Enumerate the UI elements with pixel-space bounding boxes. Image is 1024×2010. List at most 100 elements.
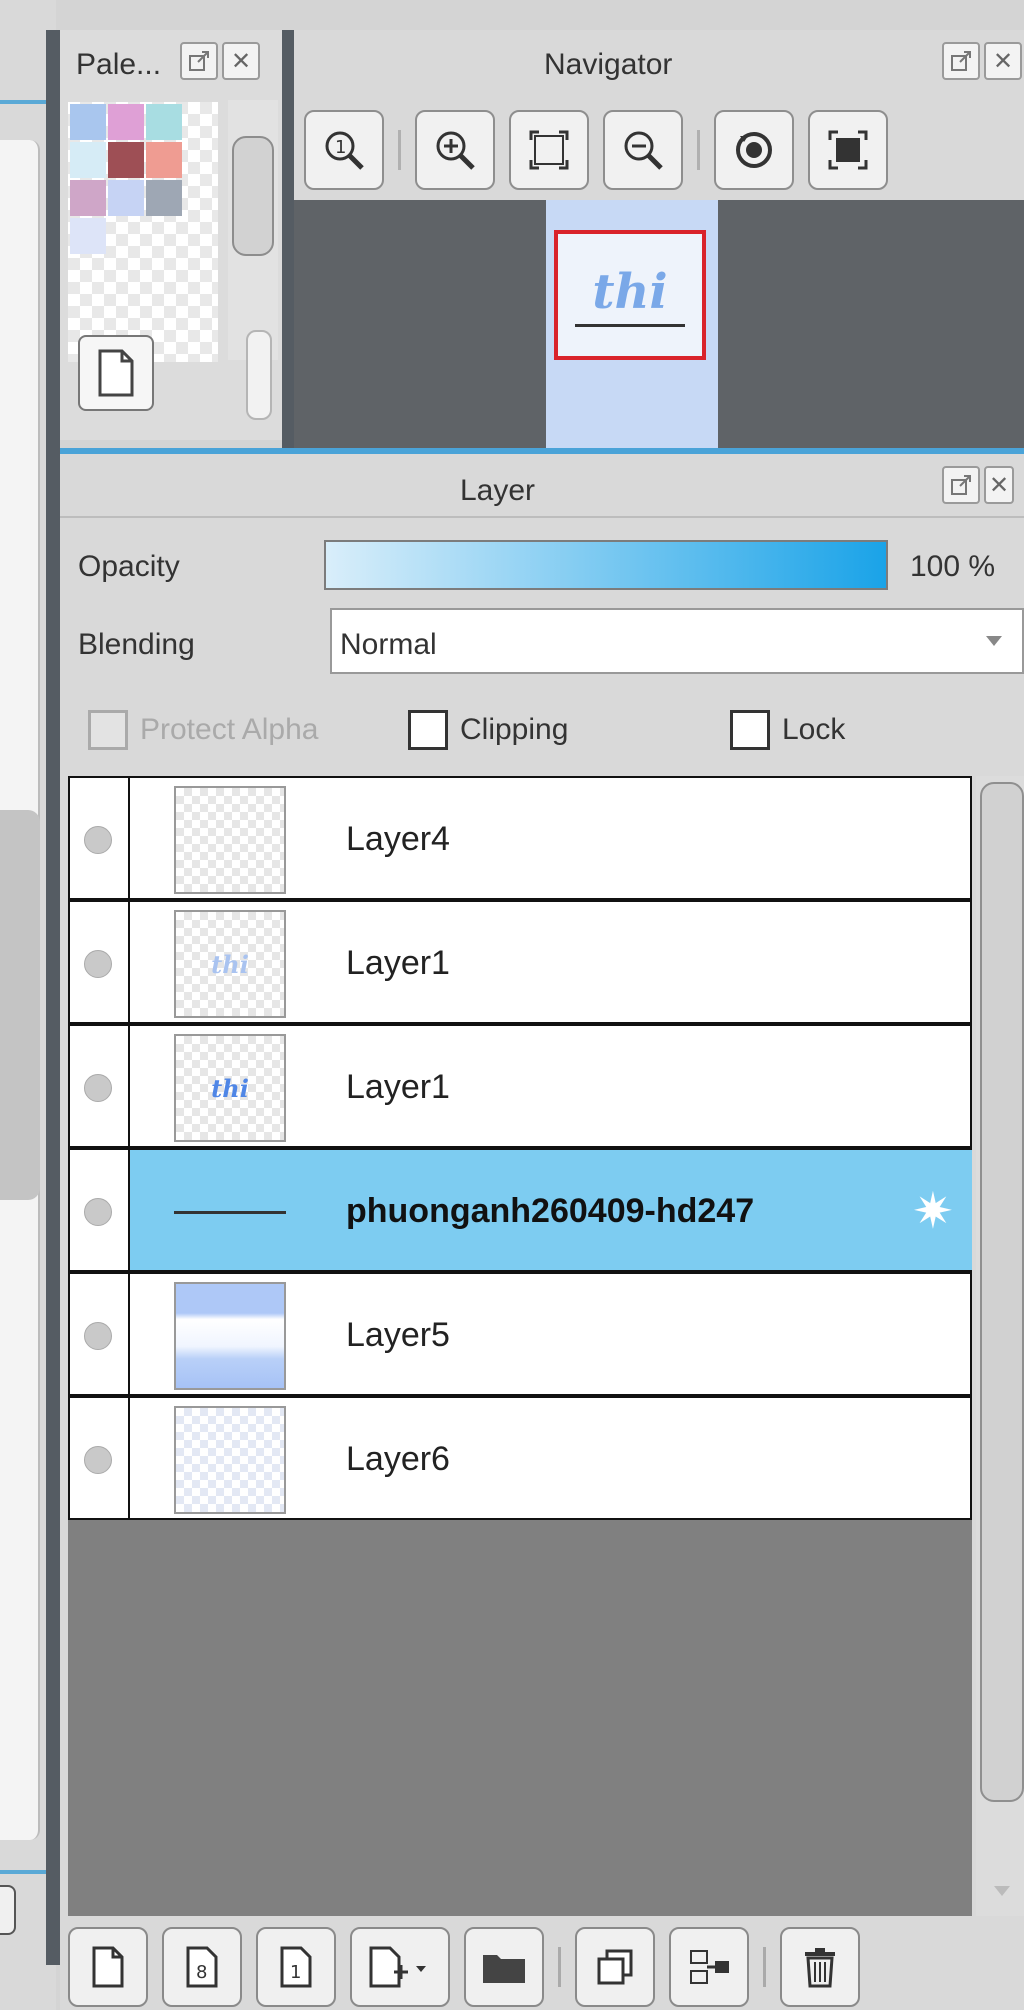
svg-text:8: 8 <box>196 1962 207 1983</box>
zoom-100-icon[interactable]: 1 <box>304 110 384 190</box>
layer-thumbnail <box>174 786 286 894</box>
left-panel-button[interactable] <box>0 1885 16 1935</box>
blending-select[interactable]: Normal <box>330 608 1024 674</box>
swatch[interactable] <box>108 142 144 178</box>
swatch[interactable] <box>70 218 106 254</box>
new-palette-icon[interactable] <box>78 335 154 411</box>
thumbnail-subline <box>575 323 685 327</box>
swatch[interactable] <box>146 180 182 216</box>
swatch[interactable] <box>108 104 144 140</box>
text-layer-line <box>174 1210 286 1214</box>
swatch[interactable] <box>108 180 144 216</box>
layer-thumbnail <box>174 1406 286 1514</box>
close-icon[interactable]: ✕ <box>984 42 1022 80</box>
palette-title: Pale... <box>76 48 162 81</box>
fullscreen-icon[interactable] <box>808 110 888 190</box>
toolbar-separator <box>398 130 401 170</box>
zoom-in-icon[interactable] <box>415 110 495 190</box>
clipping-checkbox[interactable]: Clipping <box>408 710 568 750</box>
layer-name: Layer1 <box>346 1068 450 1106</box>
close-icon[interactable]: ✕ <box>222 42 260 80</box>
layer-panel-header: Layer ✕ <box>60 454 1024 518</box>
chevron-down-icon <box>986 636 1002 646</box>
blending-value: Normal <box>340 628 437 661</box>
panel-splitter[interactable] <box>46 30 60 1965</box>
opacity-label: Opacity <box>78 550 180 583</box>
layer-row[interactable]: Layer5 <box>68 1272 972 1396</box>
eye-icon[interactable] <box>84 826 112 854</box>
popout-icon[interactable] <box>942 466 980 504</box>
thumbnail-text: thi <box>592 263 668 320</box>
popout-icon[interactable] <box>180 42 218 80</box>
swatch[interactable] <box>70 142 106 178</box>
layer-row[interactable]: Layer4 <box>68 776 972 900</box>
new-1bit-layer-icon[interactable]: 1 <box>256 1927 336 2007</box>
checkbox-box[interactable] <box>88 710 128 750</box>
navigator-preview[interactable]: thi <box>294 200 1024 450</box>
color-swatch-grid <box>68 102 218 362</box>
visibility-toggle[interactable] <box>70 1398 130 1518</box>
app-window: Pale... ✕ Navigator ✕ 1 thi Layer ✕ Opac… <box>0 0 1024 2010</box>
opacity-slider[interactable] <box>324 540 888 590</box>
eye-icon[interactable] <box>84 1446 112 1474</box>
folder-icon[interactable] <box>464 1927 544 2007</box>
lock-checkbox[interactable]: Lock <box>730 710 845 750</box>
visibility-toggle[interactable] <box>70 1150 130 1270</box>
swatch[interactable] <box>70 104 106 140</box>
scroll-down-icon[interactable] <box>994 1886 1010 1896</box>
visibility-toggle[interactable] <box>70 902 130 1022</box>
rotate-reset-icon[interactable] <box>714 110 794 190</box>
duplicate-icon[interactable] <box>575 1927 655 2007</box>
layer-row-selected[interactable]: phuonganh260409-hd247 ✷ <box>68 1148 972 1272</box>
checkbox-box[interactable] <box>730 710 770 750</box>
swatch[interactable] <box>70 180 106 216</box>
new-layer-menu-icon[interactable] <box>350 1927 450 2007</box>
palette-scrollbar[interactable] <box>228 100 278 360</box>
eye-icon[interactable] <box>84 1322 112 1350</box>
zoom-out-icon[interactable] <box>603 110 683 190</box>
layer-toolbar: 8 1 <box>68 1924 1024 2010</box>
view-frame[interactable]: thi <box>554 230 706 360</box>
eye-icon[interactable] <box>84 1198 112 1226</box>
visibility-toggle[interactable] <box>70 1026 130 1146</box>
visibility-toggle[interactable] <box>70 1274 130 1394</box>
thumbnail-text: thi <box>211 1073 249 1103</box>
toolbar-separator <box>697 130 700 170</box>
panel-bottom-border <box>0 1870 46 1874</box>
protect-alpha-checkbox[interactable]: Protect Alpha <box>88 710 318 750</box>
new-layer-icon[interactable] <box>68 1927 148 2007</box>
canvas-scrollbar[interactable] <box>0 810 40 1200</box>
checkbox-box[interactable] <box>408 710 448 750</box>
layer-thumbnail: thi <box>174 910 286 1018</box>
layer-name: Layer5 <box>346 1316 450 1354</box>
panel-splitter[interactable] <box>282 30 294 450</box>
fit-icon[interactable] <box>509 110 589 190</box>
eye-icon[interactable] <box>84 1074 112 1102</box>
layer-scroll-thumb[interactable] <box>980 782 1024 1802</box>
visibility-toggle[interactable] <box>70 778 130 898</box>
eye-icon[interactable] <box>84 950 112 978</box>
merge-icon[interactable] <box>669 1927 749 2007</box>
layer-row[interactable]: thi Layer1 <box>68 1024 972 1148</box>
layer-name: phuonganh260409-hd247 <box>346 1192 755 1230</box>
swatch[interactable] <box>146 104 182 140</box>
palette-resize-grip[interactable] <box>246 330 272 420</box>
layer-row[interactable]: thi Layer1 <box>68 900 972 1024</box>
thumbnail-text: thi <box>211 949 249 979</box>
layer-row[interactable]: Layer6 <box>68 1396 972 1520</box>
swatch[interactable] <box>146 142 182 178</box>
layer-panel-title: Layer <box>460 474 536 507</box>
gear-icon[interactable]: ✷ <box>912 1186 954 1236</box>
svg-text:1: 1 <box>290 1962 301 1983</box>
navigator-controls: ✕ <box>942 42 1022 80</box>
popout-icon[interactable] <box>942 42 980 80</box>
toolbar-separator <box>558 1947 561 1987</box>
layer-thumbnail <box>174 1282 286 1390</box>
palette-scroll-thumb[interactable] <box>232 136 274 256</box>
svg-text:1: 1 <box>335 137 346 158</box>
trash-icon[interactable] <box>780 1927 860 2007</box>
close-icon[interactable]: ✕ <box>984 466 1014 504</box>
layer-scrollbar[interactable] <box>976 776 1024 1916</box>
palette-controls: ✕ <box>180 42 260 80</box>
new-8bit-layer-icon[interactable]: 8 <box>162 1927 242 2007</box>
